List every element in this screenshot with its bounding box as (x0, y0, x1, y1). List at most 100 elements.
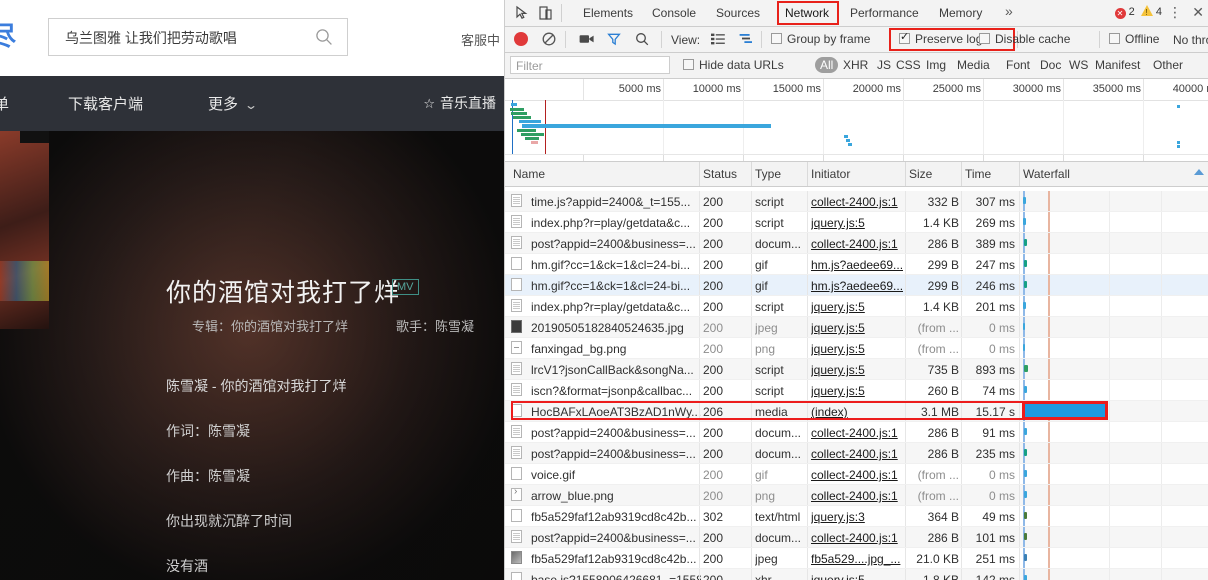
cell-initiator[interactable]: fb5a529....jpg_... (811, 552, 903, 566)
table-row[interactable]: index.php?r=play/getdata&c... 200 script jq… (505, 212, 1208, 233)
waterfall-view-icon[interactable] (739, 33, 753, 48)
cell-initiator[interactable]: collect-2400.js:1 (811, 531, 903, 545)
tab-elements[interactable]: Elements (583, 4, 633, 22)
table-row[interactable]: post?appid=2400&business=... 200 docum... c… (505, 527, 1208, 548)
close-devtools-icon[interactable]: ✕ (1192, 4, 1204, 21)
filter-type-manifest[interactable]: Manifest (1095, 58, 1140, 72)
header-divider[interactable] (905, 162, 906, 186)
issue-counts[interactable]: ✕ 2 ! 4 (1114, 5, 1162, 19)
cell-initiator[interactable]: jquery.js:5 (811, 216, 903, 230)
cell-initiator[interactable]: jquery.js:5 (811, 573, 903, 580)
more-tabs-icon[interactable]: » (1005, 3, 1013, 19)
disable-cache-checkbox[interactable]: Disable cache (979, 32, 1070, 46)
filter-type-css[interactable]: CSS (896, 58, 921, 72)
cell-initiator[interactable]: collect-2400.js:1 (811, 237, 903, 251)
column-header-time[interactable]: Time (965, 167, 991, 181)
header-divider[interactable] (699, 162, 700, 186)
cell-initiator[interactable]: jquery.js:5 (811, 342, 903, 356)
cell-initiator[interactable]: collect-2400.js:1 (811, 447, 903, 461)
inspect-element-icon[interactable] (513, 4, 531, 22)
site-logo-icon[interactable]: 尽 (0, 22, 16, 50)
devtools-menu-icon[interactable]: ⋮ (1168, 4, 1182, 21)
table-row[interactable]: time.js?appid=2400&_t=155... 200 script col… (505, 191, 1208, 212)
capture-screenshots-icon[interactable] (579, 33, 595, 48)
table-row[interactable]: HocBAFxLAoeAT3BzAD1nWy... 206 media (index)… (505, 401, 1208, 422)
cell-initiator[interactable]: collect-2400.js:1 (811, 489, 903, 503)
filter-type-other[interactable]: Other (1153, 58, 1183, 72)
table-row[interactable]: fb5a529faf12ab9319cd8c42b... 200 jpeg fb5a5… (505, 548, 1208, 569)
nav-item-music-live[interactable]: ☆ 音乐直播 (423, 93, 496, 113)
column-header-status[interactable]: Status (703, 167, 737, 181)
column-header-name[interactable]: Name (513, 167, 545, 181)
cell-initiator[interactable]: hm.js?aedee69... (811, 279, 903, 293)
column-header-type[interactable]: Type (755, 167, 781, 181)
toggle-device-toolbar-icon[interactable] (537, 4, 555, 22)
site-search-box[interactable] (48, 18, 348, 57)
header-divider[interactable] (1019, 162, 1020, 186)
nav-item-download-client[interactable]: 下载客户端 (68, 93, 143, 114)
column-header-waterfall[interactable]: Waterfall (1023, 167, 1070, 181)
nav-item-more[interactable]: 更多 ⌄ (208, 93, 258, 114)
tab-performance[interactable]: Performance (850, 4, 919, 22)
table-row[interactable]: voice.gif 200 gif collect-2400.js:1 (from ..… (505, 464, 1208, 485)
table-row[interactable]: post?appid=2400&business=... 200 docum... c… (505, 443, 1208, 464)
header-divider[interactable] (807, 162, 808, 186)
cell-initiator[interactable]: hm.js?aedee69... (811, 258, 903, 272)
table-row[interactable]: lrcV1?jsonCallBack&songNa... 200 script jqu… (505, 359, 1208, 380)
column-header-size[interactable]: Size (909, 167, 932, 181)
filter-type-js[interactable]: JS (877, 58, 891, 72)
table-row[interactable]: index.php?r=play/getdata&c... 200 script jq… (505, 296, 1208, 317)
search-icon[interactable] (315, 28, 333, 46)
table-row[interactable]: hm.gif?cc=1&ck=1&cl=24-bi... 200 gif hm.js?… (505, 254, 1208, 275)
filter-icon[interactable] (607, 32, 621, 49)
cell-initiator[interactable]: jquery.js:5 (811, 300, 903, 314)
header-divider[interactable] (961, 162, 962, 186)
search-icon[interactable] (635, 32, 649, 49)
search-input[interactable] (63, 19, 317, 57)
offline-checkbox[interactable]: Offline (1109, 32, 1159, 46)
tab-console[interactable]: Console (652, 4, 696, 22)
overview-scrollband[interactable] (505, 154, 1208, 161)
filter-type-xhr[interactable]: XHR (843, 58, 868, 72)
cell-initiator[interactable]: jquery.js:5 (811, 321, 903, 335)
record-button[interactable] (514, 32, 528, 46)
table-row[interactable]: fb5a529faf12ab9319cd8c42b... 302 text/html… (505, 506, 1208, 527)
table-row[interactable]: arrow_blue.png 200 png collect-2400.js:1 (fr… (505, 485, 1208, 506)
filter-input[interactable]: Filter (510, 56, 670, 74)
cell-initiator[interactable]: jquery.js:5 (811, 384, 903, 398)
table-row[interactable]: post?appid=2400&business=... 200 docum... c… (505, 422, 1208, 443)
nav-item-playlist[interactable]: 单 (0, 93, 9, 114)
cell-initiator[interactable]: collect-2400.js:1 (811, 426, 903, 440)
tab-memory[interactable]: Memory (939, 4, 982, 22)
header-divider[interactable] (751, 162, 752, 186)
sort-ascending-icon[interactable] (1194, 169, 1204, 175)
table-row[interactable]: hm.gif?cc=1&ck=1&cl=24-bi... 200 gif hm.js?… (505, 275, 1208, 296)
clear-icon[interactable] (542, 32, 556, 46)
group-by-frame-checkbox[interactable]: Group by frame (771, 32, 870, 46)
customer-service-link[interactable]: 客服中 (461, 30, 500, 49)
mv-badge[interactable]: MV (392, 279, 419, 295)
network-overview[interactable]: 5000 ms 10000 ms 15000 ms 20000 ms 25000… (505, 79, 1208, 162)
table-row[interactable]: iscn?&format=jsonp&callbac... 200 script jq… (505, 380, 1208, 401)
filter-type-all[interactable]: All (815, 57, 839, 73)
table-row[interactable]: fanxingad_bg.png 200 png jquery.js:5 (from .… (505, 338, 1208, 359)
album-value[interactable]: 你的酒馆对我打了烊 (231, 319, 348, 334)
hide-data-urls-checkbox[interactable]: Hide data URLs (683, 58, 784, 72)
filter-type-media[interactable]: Media (957, 58, 990, 72)
cell-initiator[interactable]: jquery.js:5 (811, 363, 903, 377)
filter-type-doc[interactable]: Doc (1040, 58, 1061, 72)
table-row[interactable]: 20190505182840524635.jpg 200 jpeg jquery.js… (505, 317, 1208, 338)
cell-initiator[interactable]: collect-2400.js:1 (811, 195, 903, 209)
column-header-initiator[interactable]: Initiator (811, 167, 850, 181)
list-view-icon[interactable] (711, 33, 725, 48)
filter-type-ws[interactable]: WS (1069, 58, 1088, 72)
throttling-select[interactable]: No throttli (1173, 33, 1208, 47)
filter-type-font[interactable]: Font (1006, 58, 1030, 72)
tab-sources[interactable]: Sources (716, 4, 760, 22)
table-row[interactable]: base.js?1558906426681_=1558 200 xhr jquery.… (505, 569, 1208, 580)
requests-table-body[interactable]: time.js?appid=2400&_t=155... 200 script col… (505, 191, 1208, 580)
cell-initiator[interactable]: jquery.js:3 (811, 510, 903, 524)
filter-type-img[interactable]: Img (926, 58, 946, 72)
singer-value[interactable]: 陈雪凝 (435, 319, 474, 334)
table-row[interactable]: post?appid=2400&business=... 200 docum... c… (505, 233, 1208, 254)
